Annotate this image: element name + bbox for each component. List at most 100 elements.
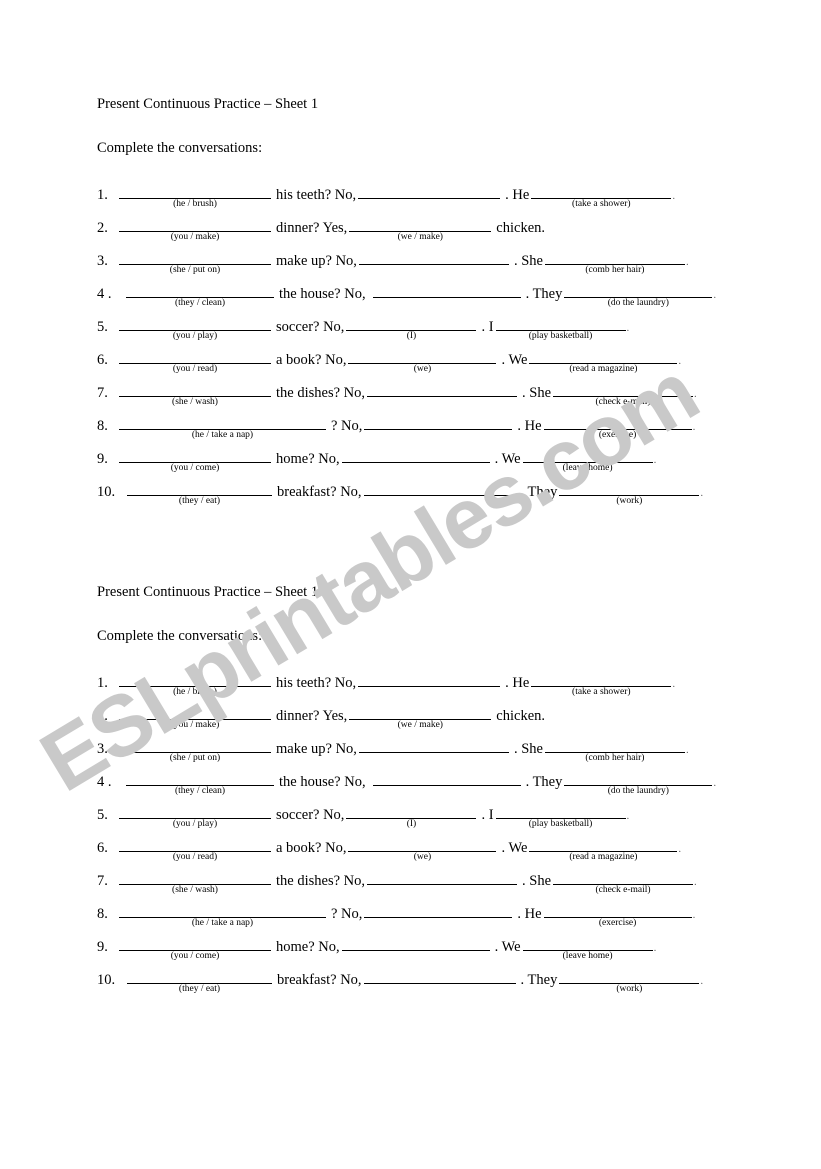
blank-hint: (we) [413,852,432,862]
answer-blank-1[interactable]: (he / brush) [119,183,271,209]
answer-blank-3[interactable]: (take a shower) [531,671,672,697]
item-end-punctuation: . [700,487,704,499]
item-text-1: the house? No, [279,286,366,302]
item-text-2: . He [505,187,530,203]
item-end-punctuation: . [672,678,676,690]
item-number: 1. [97,675,108,691]
answer-blank-3[interactable]: (comb her hair) [544,249,685,275]
answer-blank-2[interactable]: (we) [348,348,497,374]
answer-blank-3[interactable]: (check e-mail) [553,869,693,895]
answer-blank-3[interactable]: (play basketball) [495,803,626,829]
answer-blank-3[interactable]: (read a magazine) [529,348,678,374]
answer-blank-1[interactable]: (he / take a nap) [119,902,326,928]
answer-blank-2[interactable] [358,183,501,199]
answer-blank-2[interactable] [363,480,516,496]
blank-hint: (they / eat) [178,984,221,994]
answer-blank-3[interactable]: (leave home) [522,935,653,961]
answer-blank-2[interactable] [341,447,490,463]
answer-blank-1[interactable]: (they / eat) [127,480,272,506]
answer-blank-3[interactable]: (take a shower) [531,183,672,209]
exercise-item-row: 5. (you / play) soccer? No, (I) . I (play bas… [97,803,757,829]
answer-blank-1[interactable]: (he / brush) [119,671,271,697]
answer-blank-1[interactable]: (you / make) [119,216,271,242]
answer-blank-2[interactable] [358,737,509,753]
item-number: 8. [97,418,108,434]
answer-blank-3[interactable]: (do the laundry) [564,770,713,796]
answer-blank-2[interactable]: (we / make) [349,704,492,730]
blank-hint: (play basketball) [528,819,593,829]
answer-blank-3[interactable]: (leave home) [522,447,653,473]
answer-blank-2[interactable] [341,935,490,951]
answer-blank-1[interactable]: (you / read) [119,836,271,862]
answer-blank-2[interactable] [364,902,513,918]
blank-hint: (exercise) [598,918,637,928]
answer-blank-2[interactable] [358,249,509,265]
answer-blank-1[interactable]: (they / clean) [126,770,274,796]
answer-blank-1[interactable]: (she / put on) [119,249,271,275]
answer-blank-1[interactable]: (she / wash) [119,869,271,895]
answer-blank-1[interactable]: (you / read) [119,348,271,374]
blank-hint: (you / make) [170,232,220,242]
blank-hint: (you / come) [170,951,220,961]
exercise-item: 10. (they / eat) breakfast? No, . They (work… [97,968,757,1001]
answer-blank-1[interactable]: (she / wash) [119,381,271,407]
blank-hint: (check e-mail) [595,397,651,407]
answer-blank-2[interactable] [367,869,517,885]
answer-blank-2[interactable]: (I) [346,803,477,829]
answer-blank-1[interactable]: (you / play) [119,803,271,829]
answer-blank-2[interactable]: (we / make) [349,216,492,242]
exercise-item: 6. (you / read) a book? No, (we) . We (read a… [97,348,757,381]
item-text-2: . He [517,906,542,922]
answer-blank-2[interactable] [372,282,521,298]
answer-blank-2[interactable] [372,770,521,786]
answer-blank-1[interactable]: (she / put on) [119,737,271,763]
answer-blank-2[interactable] [367,381,517,397]
answer-blank-3[interactable]: (do the laundry) [564,282,713,308]
answer-blank-3[interactable]: (work) [559,480,700,506]
item-text-1: ? No, [331,418,363,434]
answer-blank-1[interactable]: (they / clean) [126,282,274,308]
blank-hint: (he / brush) [173,199,217,209]
answer-blank-2[interactable] [364,414,513,430]
blank-hint: (he / brush) [173,687,217,697]
exercise-item-row: 4 . (they / clean) the house? No, . They (do… [97,282,757,308]
blank-hint: (I) [406,819,417,829]
item-end-punctuation: . [694,388,697,400]
answer-blank-3[interactable]: (exercise) [543,902,692,928]
blank-hint: (you / read) [172,364,218,374]
item-text-2: . We [501,352,528,368]
item-end-punctuation: . [700,975,704,987]
exercise-item: 7. (she / wash) the dishes? No, . She (check… [97,381,757,414]
item-text-2: . She [513,253,543,269]
exercise-item: 4 . (they / clean) the house? No, . They (do… [97,282,757,315]
answer-blank-3[interactable]: (read a magazine) [529,836,678,862]
answer-blank-1[interactable]: (you / come) [119,935,271,961]
exercise-item-row: 9. (you / come) home? No, . We (leave home). [97,447,757,473]
exercise-item: 3. (she / put on) make up? No, . She (comb h… [97,249,757,282]
answer-blank-2[interactable] [358,671,501,687]
answer-blank-1[interactable]: (you / play) [119,315,271,341]
blank-hint: (they / eat) [178,496,221,506]
answer-blank-2[interactable] [363,968,516,984]
answer-blank-1[interactable]: (you / make) [119,704,271,730]
answer-blank-3[interactable]: (play basketball) [495,315,626,341]
blank-hint: (we) [413,364,432,374]
answer-blank-3[interactable]: (work) [559,968,700,994]
answer-blank-1[interactable]: (you / come) [119,447,271,473]
sheet-instruction: Complete the conversations: [97,140,263,156]
exercise-item-row: 10. (they / eat) breakfast? No, . They (work… [97,480,757,506]
item-text-2: . I [481,319,494,335]
answer-blank-2[interactable]: (we) [348,836,497,862]
answer-blank-1[interactable]: (he / take a nap) [119,414,326,440]
exercise-item-row: 8. (he / take a nap) ? No, . He (exercise). [97,902,757,928]
item-text-2: . We [494,939,521,955]
answer-blank-3[interactable]: (comb her hair) [544,737,685,763]
answer-blank-3[interactable]: (check e-mail) [553,381,693,407]
answer-blank-2[interactable]: (I) [346,315,477,341]
blank-hint: (she / wash) [172,885,218,895]
item-number: 4 . [97,286,112,302]
answer-blank-1[interactable]: (they / eat) [127,968,272,994]
exercise-item: 8. (he / take a nap) ? No, . He (exercise). [97,902,757,935]
exercise-item: 2. (you / make) dinner? Yes, (we / make) chi… [97,704,757,737]
answer-blank-3[interactable]: (exercise) [543,414,692,440]
